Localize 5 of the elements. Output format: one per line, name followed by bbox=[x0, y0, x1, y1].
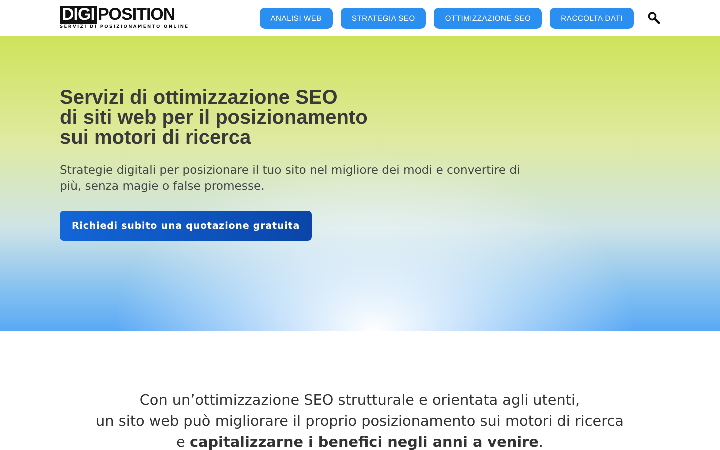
intro-paragraph: Con un’ottimizzazione SEO strutturale e orientata agli utenti, un sito web può migliorare il proprio posizionamento sui motori di ricerca e capitalizzarne i benefici negli anni a venire. bbox=[96, 392, 624, 450]
quote-button[interactable]: Richiedi subito una quotazione gratuita bbox=[60, 211, 312, 241]
hero-title: Servizi di ottimizzazione SEO di siti web per il posizionamento sui motori di ricerca bbox=[60, 88, 368, 148]
search-icon[interactable] bbox=[648, 12, 660, 24]
hero-subtitle: Strategie digitali per posizionare il tuo sito nel migliore dei modi e convertire di più, senza magie o false promesse. bbox=[60, 162, 522, 194]
